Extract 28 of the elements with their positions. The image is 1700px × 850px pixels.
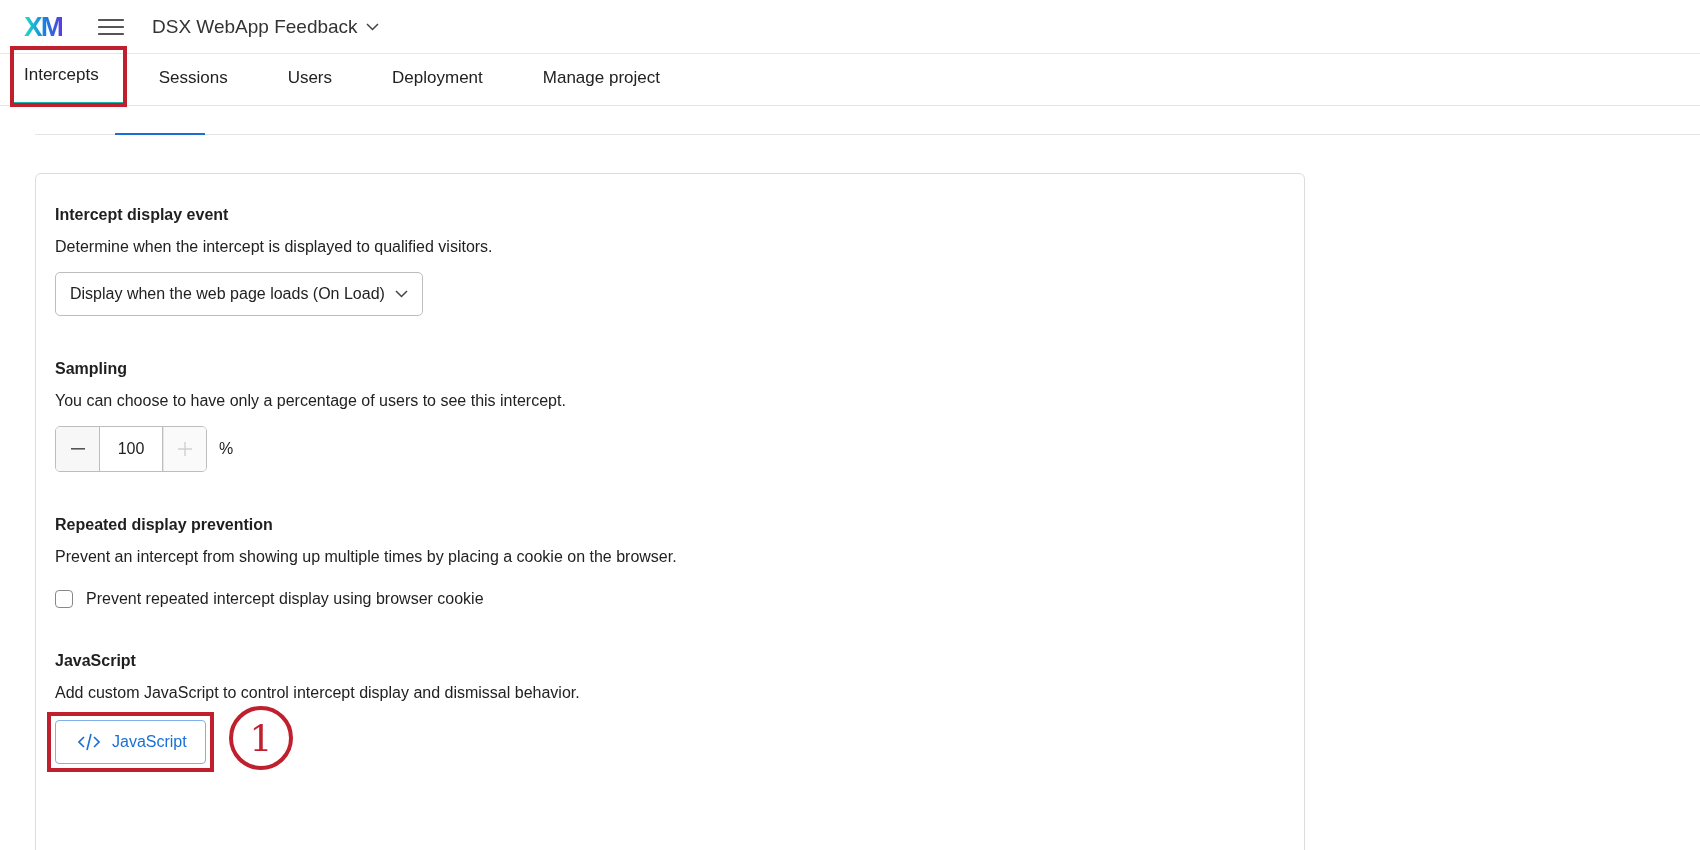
section-description: Add custom JavaScript to control intercept display and dismissal behavior. [55,684,581,702]
javascript-button[interactable]: JavaScript [55,720,206,764]
step-callout: 1 [229,706,293,770]
checkbox-label: Prevent repeated intercept display using browser cookie [86,590,484,608]
nav-tab[interactable]: Intercepts [12,48,125,105]
unit-label: % [219,440,234,458]
section-title: Intercept display event [55,206,230,224]
section-title: Repeated display prevention [55,516,274,534]
section-title: JavaScript [55,652,137,670]
plus-icon [178,442,192,456]
chevron-down-icon [394,290,408,298]
nav-tab[interactable]: Manage project [530,54,686,105]
section-description: Prevent an intercept from showing up multiple times by placing a cookie on the browser. [55,548,678,566]
menu-icon[interactable] [98,17,124,36]
nav-tab[interactable]: Users [275,54,359,105]
checkbox[interactable] [55,590,73,608]
section-description: You can choose to have only a percentage of users to see this intercept. [55,392,567,410]
percentage-input[interactable]: 100 [99,427,163,471]
section-title: Sampling [55,360,128,378]
nav-tab[interactable]: Sessions [146,54,254,105]
chevron-down-icon [365,22,379,31]
code-icon [78,733,100,751]
project-dropdown[interactable]: DSX WebApp Feedback [152,15,379,38]
minus-icon [70,448,85,450]
number-stepper[interactable]: 100 [55,426,207,472]
display-event-dropdown[interactable]: Display when the web page loads (On Load) [55,272,423,316]
nav-tab[interactable]: Deployment [380,54,509,105]
section-description: Determine when the intercept is displayed to qualified visitors. [55,238,494,256]
